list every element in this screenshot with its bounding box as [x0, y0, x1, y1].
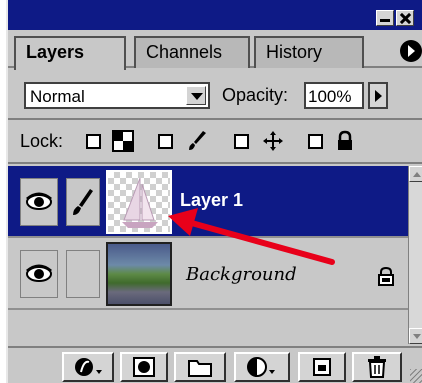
visibility-toggle[interactable]: [20, 250, 58, 298]
resize-grip-icon[interactable]: [410, 369, 422, 383]
lock-transparency-checkbox[interactable]: [86, 134, 101, 149]
link-toggle[interactable]: [66, 178, 100, 226]
lock-icon: [378, 266, 394, 286]
new-set-button[interactable]: [174, 352, 226, 382]
layer-row[interactable]: Layer 1: [8, 166, 408, 238]
visibility-toggle[interactable]: [20, 178, 58, 226]
delete-layer-button[interactable]: [352, 352, 402, 382]
new-layer-button[interactable]: [298, 352, 346, 382]
layer-row[interactable]: Background: [8, 238, 408, 310]
eye-icon: [26, 192, 52, 210]
layers-palette: Layers Channels History Normal Opacity: …: [6, 0, 422, 383]
minimize-icon[interactable]: [376, 10, 394, 26]
tab-channels[interactable]: Channels: [134, 36, 250, 68]
tab-layers[interactable]: Layers: [14, 36, 126, 70]
opacity-value: 100%: [308, 87, 352, 106]
add-style-icon: [75, 358, 102, 376]
lock-all-checkbox[interactable]: [308, 134, 323, 149]
tab-layers-label: Layers: [26, 42, 85, 62]
add-mask-icon: [133, 357, 155, 377]
adjustment-layer-button[interactable]: [234, 352, 290, 382]
tab-channels-label: Channels: [146, 42, 223, 62]
lock-transparency-icon: [112, 130, 134, 152]
add-layer-style-button[interactable]: [62, 352, 114, 382]
close-icon[interactable]: [396, 10, 414, 26]
move-icon: [263, 131, 283, 151]
opacity-input[interactable]: 100%: [304, 82, 364, 109]
layers-list: Layer 1 Background: [8, 166, 408, 344]
trash-icon: [368, 356, 386, 378]
new-layer-icon: [313, 358, 331, 376]
layer-name: Layer 1: [180, 190, 244, 210]
scroll-down-icon[interactable]: [409, 328, 422, 344]
lock-image-checkbox[interactable]: [158, 134, 173, 149]
layer-name: Background: [186, 264, 297, 285]
lock-position-checkbox[interactable]: [234, 134, 249, 149]
lock-label: Lock:: [20, 131, 64, 151]
tab-history-label: History: [266, 42, 323, 62]
lock-icon: [338, 130, 352, 150]
layer-thumbnail: [106, 170, 172, 234]
lock-row: Lock:: [8, 122, 422, 164]
palette-toolbar: [8, 346, 422, 383]
blend-mode-value: Normal: [30, 87, 85, 106]
brush-icon: [189, 131, 206, 150]
tab-history[interactable]: History: [254, 36, 364, 68]
palette-tabs: Layers Channels History: [8, 30, 422, 70]
opacity-label: Opacity:: [222, 85, 289, 105]
eye-icon: [26, 264, 52, 282]
folder-icon: [188, 360, 212, 377]
palette-menu-icon[interactable]: [400, 40, 422, 62]
blend-mode-select[interactable]: Normal: [24, 82, 210, 109]
brush-icon: [73, 189, 93, 215]
layers-scrollbar[interactable]: [408, 166, 422, 344]
adjustment-layer-icon: [247, 357, 275, 377]
background-thumbnail: [106, 242, 172, 306]
add-mask-button[interactable]: [120, 352, 168, 382]
chevron-down-icon[interactable]: [186, 86, 206, 105]
blend-row: Normal Opacity: 100%: [8, 70, 422, 120]
link-toggle[interactable]: [66, 250, 100, 298]
palette-titlebar[interactable]: [8, 0, 422, 30]
sailboat-thumbnail: [122, 177, 158, 228]
opacity-slider-button[interactable]: [368, 82, 388, 109]
scroll-up-icon[interactable]: [409, 166, 422, 182]
